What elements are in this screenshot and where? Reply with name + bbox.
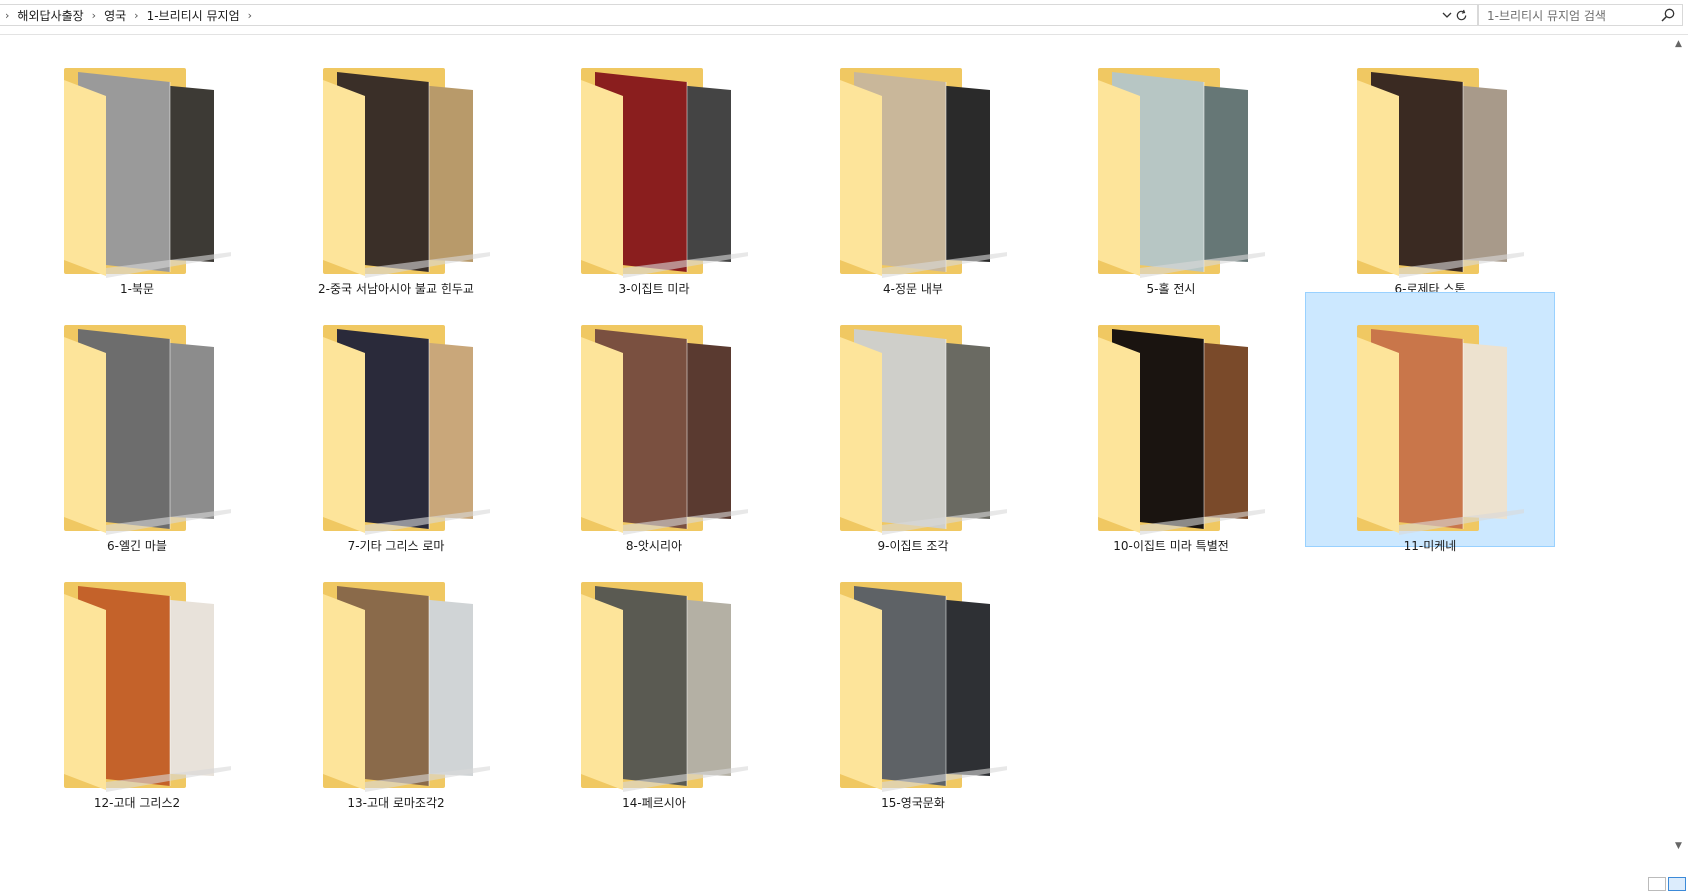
breadcrumb-chevron-icon[interactable]: › — [87, 9, 101, 22]
folder-item[interactable]: 4-정문 내부 — [788, 35, 1038, 296]
folder-icon — [323, 325, 490, 535]
folder-label: 10-이집트 미라 특별전 — [1113, 539, 1229, 553]
scroll-up-icon[interactable]: ▲ — [1675, 39, 1682, 49]
folder-icon — [840, 325, 1007, 535]
refresh-icon[interactable] — [1450, 4, 1472, 26]
folder-label: 14-페르시아 — [622, 796, 686, 810]
breadcrumb-chevron-icon[interactable]: › — [0, 9, 14, 22]
breadcrumb-chevron-icon[interactable]: › — [129, 9, 143, 22]
folder-icon — [581, 582, 748, 792]
folder-item[interactable]: 6-엘긴 마블 — [12, 292, 262, 553]
folder-label: 12-고대 그리스2 — [93, 796, 181, 810]
folder-item[interactable]: 15-영국문화 — [788, 549, 1038, 810]
folder-icon — [581, 325, 748, 535]
folder-item[interactable]: 1-북문 — [12, 35, 262, 296]
folder-icon — [840, 582, 1007, 792]
folder-icon — [1098, 325, 1265, 535]
breadcrumb-item-british-museum[interactable]: 1-브리티시 뮤지엄 — [144, 7, 243, 24]
view-toggle — [1648, 877, 1686, 891]
breadcrumb-item-uk[interactable]: 영국 — [101, 7, 129, 24]
vertical-scrollbar[interactable]: ▲ ▼ — [1672, 35, 1688, 855]
address-bar: › 해외답사출장 › 영국 › 1-브리티시 뮤지엄 › 1-브리티시 뮤지엄 … — [0, 0, 1688, 35]
folder-item[interactable]: 8-앗시리아 — [529, 292, 779, 553]
details-view-icon[interactable] — [1648, 877, 1666, 891]
folder-item[interactable]: 14-페르시아 — [529, 549, 779, 810]
folder-item[interactable]: 2-중국 서남아시아 불교 힌두교 — [271, 35, 521, 296]
breadcrumb[interactable]: › 해외답사출장 › 영국 › 1-브리티시 뮤지엄 › — [0, 4, 1478, 26]
folder-item[interactable]: 5-홀 전시 — [1046, 35, 1296, 296]
folder-icon — [1357, 68, 1524, 278]
folder-icon — [1357, 325, 1524, 535]
scroll-down-icon[interactable]: ▼ — [1675, 841, 1682, 851]
folder-item[interactable]: 3-이집트 미라 — [529, 35, 779, 296]
folder-item[interactable]: 10-이집트 미라 특별전 — [1046, 292, 1296, 553]
folder-icon — [64, 325, 231, 535]
folder-item[interactable]: 9-이집트 조각 — [788, 292, 1038, 553]
folder-icon — [323, 582, 490, 792]
folder-item[interactable]: 7-기타 그리스 로마 — [271, 292, 521, 553]
folder-item[interactable]: 11-미케네 — [1305, 292, 1555, 553]
folder-icon — [840, 68, 1007, 278]
folder-item[interactable]: 12-고대 그리스2 — [12, 549, 262, 810]
search-icon[interactable] — [1660, 7, 1676, 23]
folder-icon — [581, 68, 748, 278]
large-icons-view-icon[interactable] — [1668, 877, 1686, 891]
folder-icon — [1098, 68, 1265, 278]
search-input[interactable]: 1-브리티시 뮤지엄 검색 — [1478, 4, 1683, 26]
breadcrumb-chevron-icon[interactable]: › — [243, 9, 257, 22]
folder-label: 13-고대 로마조각2 — [347, 796, 445, 810]
folder-icon — [64, 68, 231, 278]
folder-icon — [323, 68, 490, 278]
folder-icon — [64, 582, 231, 792]
breadcrumb-item-overseas-trip[interactable]: 해외답사출장 — [14, 7, 86, 24]
folder-view: 1-북문 2-중국 서남아시아 불교 힌두교 3-이집트 미라 4-정문 내부 5-홀 … — [0, 35, 1672, 893]
folder-label: 11-미케네 — [1403, 539, 1457, 553]
folder-label: 15-영국문화 — [881, 796, 945, 810]
search-placeholder: 1-브리티시 뮤지엄 검색 — [1487, 8, 1606, 23]
folder-item[interactable]: 6-로제타 스톤 — [1305, 35, 1555, 296]
folder-item[interactable]: 13-고대 로마조각2 — [271, 549, 521, 810]
